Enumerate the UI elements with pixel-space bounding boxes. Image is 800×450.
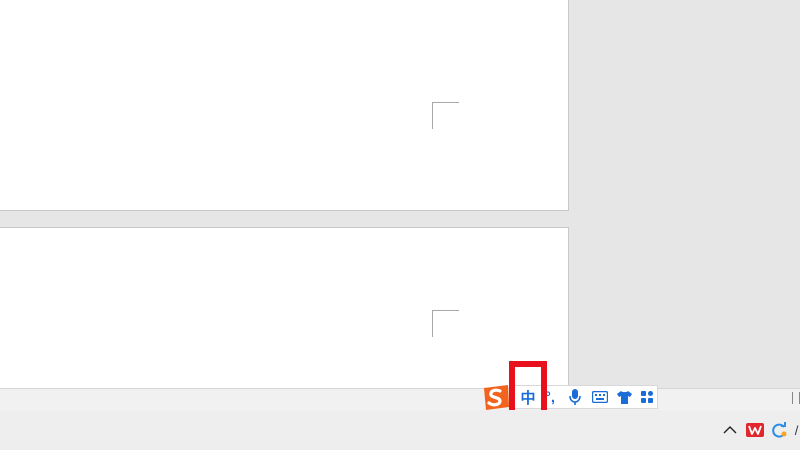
show-hidden-icons-chevron-icon[interactable] [720,419,740,441]
taskbar: / [0,410,800,450]
wps-office-icon[interactable] [744,419,766,441]
microphone-icon[interactable] [566,385,584,409]
status-bar-edge-icon[interactable] [792,392,800,404]
document-page[interactable] [0,228,568,388]
sync-cloud-icon[interactable] [768,419,790,441]
skin-shirt-icon[interactable] [614,385,634,409]
text-area-corner-mark [432,310,459,337]
keyboard-icon[interactable] [590,385,610,409]
tray-overflow-glyph[interactable]: / [793,419,800,441]
ime-toolbar[interactable]: 中 °, [480,382,658,412]
status-bar [0,388,800,410]
document-page[interactable] [0,0,568,210]
toolbox-grid-icon[interactable] [638,385,656,409]
text-area-corner-mark [432,102,459,129]
sogou-logo-icon[interactable] [480,382,512,412]
document-canvas[interactable] [0,0,800,388]
